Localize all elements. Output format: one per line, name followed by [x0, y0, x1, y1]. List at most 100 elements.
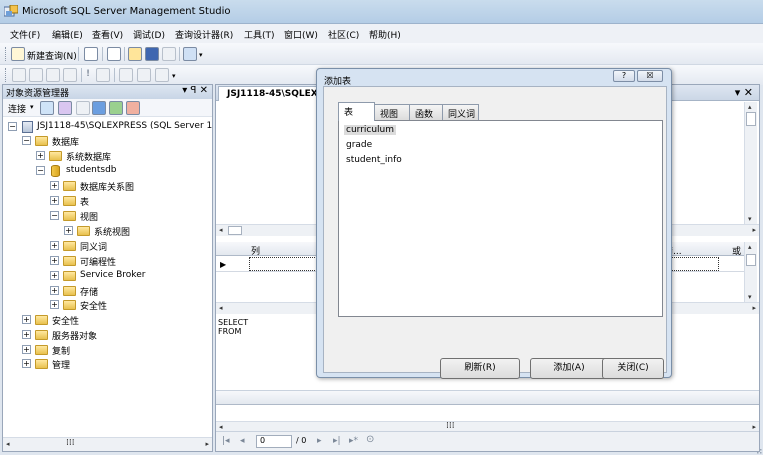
dialog-help-button[interactable]: ?: [613, 70, 635, 82]
tab-functions[interactable]: 函数: [409, 104, 443, 120]
summary-icon[interactable]: [126, 101, 140, 115]
close-button[interactable]: 关闭(C): [602, 358, 664, 379]
expand-icon[interactable]: +: [50, 256, 59, 265]
next-record-icon[interactable]: ▸: [317, 436, 322, 446]
record-number-input[interactable]: 0: [256, 435, 292, 448]
save-icon[interactable]: [145, 47, 159, 61]
menu-window[interactable]: 窗口(W): [284, 28, 318, 41]
connect-dropdown-icon[interactable]: ▾: [30, 103, 34, 111]
list-item[interactable]: grade: [344, 140, 374, 150]
scroll-left-icon[interactable]: ◂: [219, 423, 223, 431]
column-header-or[interactable]: 或: [732, 244, 741, 257]
scroll-left-icon[interactable]: ◂: [219, 304, 223, 312]
collapse-icon[interactable]: −: [8, 122, 17, 131]
menu-tools[interactable]: 工具(T): [244, 28, 275, 41]
show-sql-pane-icon[interactable]: [46, 68, 60, 82]
new-record-icon[interactable]: ▸*: [349, 436, 358, 446]
toolbar-grip[interactable]: [5, 47, 8, 61]
toolbar-overflow-icon[interactable]: ▾: [172, 72, 176, 80]
tab-tables[interactable]: 表: [338, 102, 375, 121]
expand-icon[interactable]: +: [22, 359, 31, 368]
document-tab[interactable]: JSJ1118-45\SQLEXPRESS...: [218, 86, 320, 101]
scroll-up-icon[interactable]: ▴: [748, 103, 752, 111]
toolbar-overflow-icon[interactable]: ▾: [199, 51, 203, 59]
expand-icon[interactable]: +: [50, 286, 59, 295]
expand-icon[interactable]: +: [50, 196, 59, 205]
scroll-right-icon[interactable]: ▸: [752, 423, 756, 431]
list-item[interactable]: student_info: [344, 155, 404, 165]
scroll-down-icon[interactable]: ▾: [748, 293, 752, 301]
scroll-thumb[interactable]: [746, 112, 756, 126]
refresh-button[interactable]: 刷新(R): [440, 358, 520, 379]
add-table-icon[interactable]: [137, 68, 151, 82]
document-controls[interactable]: ▾ ✕: [735, 86, 753, 99]
object-explorer-hscroll[interactable]: ◂ ⁞⁞⁞ ▸: [3, 437, 212, 451]
sql-line-from[interactable]: FROM: [218, 327, 241, 336]
database-engine-query-icon[interactable]: [84, 47, 98, 61]
add-button[interactable]: 添加(A): [530, 358, 608, 379]
table-list[interactable]: curriculum grade student_info: [338, 120, 663, 317]
expand-icon[interactable]: +: [22, 315, 31, 324]
collapse-icon[interactable]: −: [22, 136, 31, 145]
open-folder-icon[interactable]: [128, 47, 142, 61]
verify-sql-icon[interactable]: [96, 68, 110, 82]
filter-icon[interactable]: [92, 101, 106, 115]
menu-view[interactable]: 查看(V): [92, 28, 123, 41]
add-derived-table-icon[interactable]: [155, 68, 169, 82]
menu-debug[interactable]: 调试(D): [133, 28, 165, 41]
scroll-thumb[interactable]: [746, 254, 756, 266]
panel-controls[interactable]: ▾ ꟼ ✕: [182, 85, 208, 96]
menu-edit[interactable]: 编辑(E): [52, 28, 83, 41]
diagram-pane-vscroll[interactable]: ▴ ▾: [744, 102, 757, 224]
expand-icon[interactable]: +: [36, 151, 45, 160]
list-item[interactable]: curriculum: [344, 125, 397, 135]
group-by-icon[interactable]: [119, 68, 133, 82]
connect-button[interactable]: 连接: [8, 102, 26, 115]
scroll-thumb-grip-icon[interactable]: ⁞⁞⁞: [446, 421, 455, 431]
menu-query-designer[interactable]: 查询设计器(R): [175, 28, 233, 41]
column-header-column[interactable]: 列: [251, 244, 260, 257]
expand-icon[interactable]: +: [50, 241, 59, 250]
criteria-pane-vscroll[interactable]: ▴ ▾: [744, 242, 757, 302]
scroll-thumb-grip-icon[interactable]: ⁞⁞⁞: [66, 438, 75, 448]
expand-icon[interactable]: +: [22, 330, 31, 339]
activity-monitor-icon[interactable]: [183, 47, 197, 61]
refresh-icon[interactable]: [109, 101, 123, 115]
scroll-right-icon[interactable]: ▸: [205, 440, 209, 448]
show-diagram-pane-icon[interactable]: [12, 68, 26, 82]
last-record-icon[interactable]: ▸|: [333, 436, 341, 446]
first-record-icon[interactable]: |◂: [222, 436, 230, 446]
scroll-left-icon[interactable]: ◂: [6, 440, 10, 448]
show-criteria-pane-icon[interactable]: [29, 68, 43, 82]
collapse-icon[interactable]: −: [36, 166, 45, 175]
scroll-left-icon[interactable]: ◂: [219, 226, 223, 234]
toolbar-grip[interactable]: [5, 68, 8, 82]
expand-icon[interactable]: +: [64, 226, 73, 235]
sql-line-select[interactable]: SELECT: [218, 318, 248, 327]
new-file-icon[interactable]: [107, 47, 121, 61]
expand-icon[interactable]: +: [22, 345, 31, 354]
stop-icon[interactable]: [76, 101, 90, 115]
resize-grip-icon[interactable]: [754, 446, 762, 454]
menu-community[interactable]: 社区(C): [328, 28, 359, 41]
stop-query-icon[interactable]: ⊙: [366, 434, 374, 445]
scroll-thumb[interactable]: [228, 226, 242, 235]
collapse-icon[interactable]: −: [50, 211, 59, 220]
expand-icon[interactable]: +: [50, 181, 59, 190]
disconnect-icon[interactable]: [58, 101, 72, 115]
tree-node-server[interactable]: − JSJ1118-45\SQLEXPRESS (SQL Server 10.0: [8, 120, 212, 134]
save-all-icon[interactable]: [162, 47, 176, 61]
expand-icon[interactable]: +: [50, 271, 59, 280]
dialog-close-button[interactable]: ☒: [637, 70, 663, 82]
expand-icon[interactable]: +: [50, 300, 59, 309]
execute-sql-icon[interactable]: !: [86, 69, 90, 79]
scroll-right-icon[interactable]: ▸: [752, 226, 756, 234]
scroll-down-icon[interactable]: ▾: [748, 215, 752, 223]
show-results-pane-icon[interactable]: [63, 68, 77, 82]
previous-record-icon[interactable]: ◂: [240, 436, 245, 446]
menu-help[interactable]: 帮助(H): [369, 28, 401, 41]
scroll-right-icon[interactable]: ▸: [752, 304, 756, 312]
scroll-up-icon[interactable]: ▴: [748, 243, 752, 251]
tab-synonyms[interactable]: 同义词: [442, 104, 479, 120]
new-query-button[interactable]: 新建查询(N): [27, 49, 77, 62]
